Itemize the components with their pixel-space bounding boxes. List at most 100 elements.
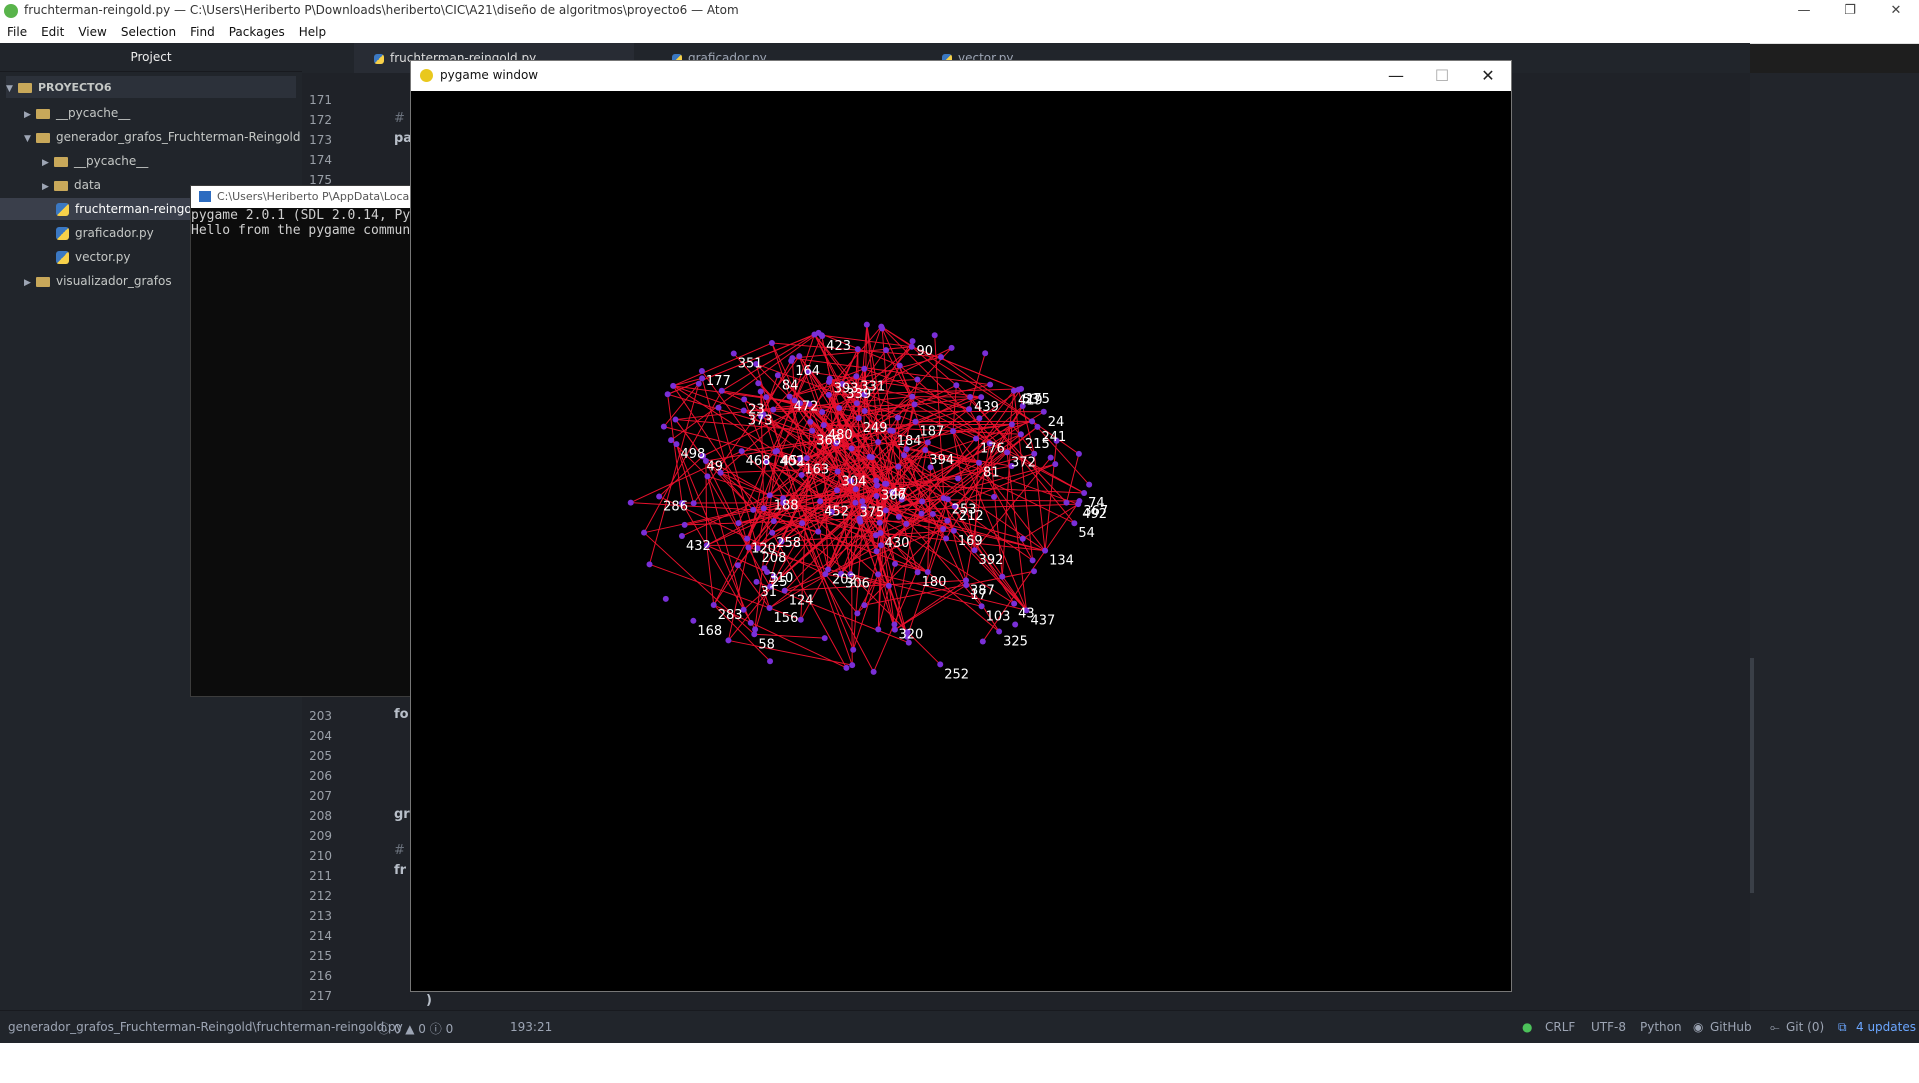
graph-node: [1086, 481, 1093, 488]
graph-node: [757, 388, 764, 395]
status-grammar[interactable]: Python: [1640, 1020, 1682, 1034]
status-file-path[interactable]: generador_grafos_Fruchterman-Reingold\fr…: [8, 1020, 403, 1034]
tree-item-pycache-nested[interactable]: ▶ __pycache__: [0, 150, 344, 172]
graph-node: [873, 492, 880, 499]
line-number: 214: [309, 929, 332, 943]
pygame-title-bar[interactable]: pygame window — ☐ ✕: [411, 61, 1511, 91]
graph-node: [750, 506, 757, 513]
graph-node: [873, 548, 880, 555]
tree-item-label: graficador.py: [75, 226, 154, 240]
tree-item-label: __pycache__: [74, 154, 149, 168]
graph-node-label: 387: [970, 583, 995, 598]
close-button[interactable]: ✕: [1873, 0, 1919, 22]
graph-node: [863, 321, 870, 328]
graph-node: [627, 499, 634, 506]
graph-node-label: 188: [774, 498, 799, 513]
tree-item-label: vector.py: [75, 250, 131, 264]
status-updates[interactable]: 4 updates: [1856, 1020, 1916, 1034]
python-file-icon: [56, 227, 69, 240]
graph-node: [773, 447, 780, 454]
graph-node: [744, 535, 751, 542]
console-title-bar[interactable]: C:\Users\Heriberto P\AppData\Local: [191, 186, 413, 208]
status-github[interactable]: GitHub: [1710, 1020, 1752, 1034]
pygame-minimize-button[interactable]: —: [1373, 61, 1419, 91]
graph-node-label: 164: [795, 364, 820, 379]
console-line: pygame 2.0.1 (SDL 2.0.14, Py: [191, 208, 411, 223]
menu-file[interactable]: File: [0, 22, 34, 39]
graph-node: [735, 520, 742, 527]
graph-node: [789, 355, 796, 362]
line-number: 171: [309, 93, 332, 107]
graph-node: [763, 394, 770, 401]
graph-node: [944, 517, 951, 524]
graph-edge: [721, 334, 815, 392]
graph-node: [753, 578, 760, 585]
pygame-close-button[interactable]: ✕: [1465, 61, 1511, 91]
graph-node: [1075, 501, 1082, 508]
graph-node: [895, 463, 902, 470]
console-line: Hello from the pygame commun: [191, 223, 411, 238]
menu-edit[interactable]: Edit: [34, 22, 71, 39]
graph-node: [809, 427, 816, 434]
graph-node: [987, 381, 994, 388]
graph-node: [1042, 547, 1049, 554]
status-line-ending[interactable]: CRLF: [1545, 1020, 1575, 1034]
graph-node: [911, 401, 918, 408]
graph-node: [940, 495, 947, 502]
graph-node: [963, 577, 970, 584]
menu-selection[interactable]: Selection: [114, 22, 183, 39]
graph-node: [848, 445, 855, 452]
menu-packages[interactable]: Packages: [222, 22, 292, 39]
minimize-button[interactable]: —: [1781, 0, 1827, 22]
graph-node-label: 452: [824, 504, 849, 519]
tree-root-proyecto6[interactable]: ▼ PROYECTO6: [6, 76, 296, 98]
graph-node: [950, 527, 957, 534]
graph-node: [741, 396, 748, 403]
code-fragment: fo: [394, 707, 409, 722]
graph-node: [820, 422, 827, 429]
graph-node: [690, 617, 697, 624]
graph-node: [678, 533, 685, 540]
graph-node-label: 430: [885, 536, 910, 551]
graph-node: [982, 350, 989, 357]
console-window[interactable]: C:\Users\Heriberto P\AppData\Local pygam…: [190, 185, 414, 697]
graph-node: [821, 635, 828, 642]
graph-node: [786, 393, 793, 400]
pygame-maximize-button[interactable]: ☐: [1419, 61, 1465, 91]
graph-node: [877, 542, 884, 549]
graph-node-label: 325: [1003, 635, 1028, 650]
graph-node: [894, 414, 901, 421]
menu-help[interactable]: Help: [292, 22, 333, 39]
graph-node-label: 498: [680, 447, 705, 462]
graph-node: [1029, 418, 1036, 425]
status-cursor-position[interactable]: 193:21: [510, 1020, 552, 1034]
menu-find[interactable]: Find: [183, 22, 222, 39]
status-git[interactable]: Git (0): [1786, 1020, 1824, 1034]
minimap-scrollbar[interactable]: [1750, 658, 1754, 893]
graph-node: [875, 438, 882, 445]
graph-node: [887, 427, 894, 434]
folder-open-icon: [36, 132, 50, 143]
graph-node: [672, 416, 679, 423]
maximize-button[interactable]: ❐: [1827, 0, 1873, 22]
graph-node: [774, 372, 781, 379]
graph-node-label: 351: [738, 357, 763, 372]
graph-node: [681, 521, 688, 528]
graph-node: [909, 338, 916, 345]
tree-item-generador[interactable]: ▼ generador_grafos_Fruchterman-Reingold: [0, 126, 326, 148]
graph-node: [966, 406, 973, 413]
tree-item-pycache[interactable]: ▶ __pycache__: [0, 102, 326, 124]
graph-node: [1018, 385, 1025, 392]
updates-icon: ⧉: [1838, 1020, 1847, 1034]
menu-view[interactable]: View: [71, 22, 113, 39]
graph-node: [752, 626, 759, 633]
graph-node: [861, 408, 868, 415]
minimap[interactable]: [1750, 73, 1919, 1010]
status-encoding[interactable]: UTF-8: [1591, 1020, 1626, 1034]
status-diagnostics[interactable]: ⓪ 0 ▲ 0 ⓘ 0: [378, 1020, 453, 1037]
graph-node: [914, 376, 921, 383]
code-fragment: fr: [394, 863, 407, 878]
python-file-icon: [56, 251, 69, 264]
menu-bar: File Edit View Selection Find Packages Help: [0, 22, 1919, 44]
pygame-window[interactable]: pygame window — ☐ ✕ 367 202 393 58 331 84 184 2…: [410, 60, 1512, 992]
